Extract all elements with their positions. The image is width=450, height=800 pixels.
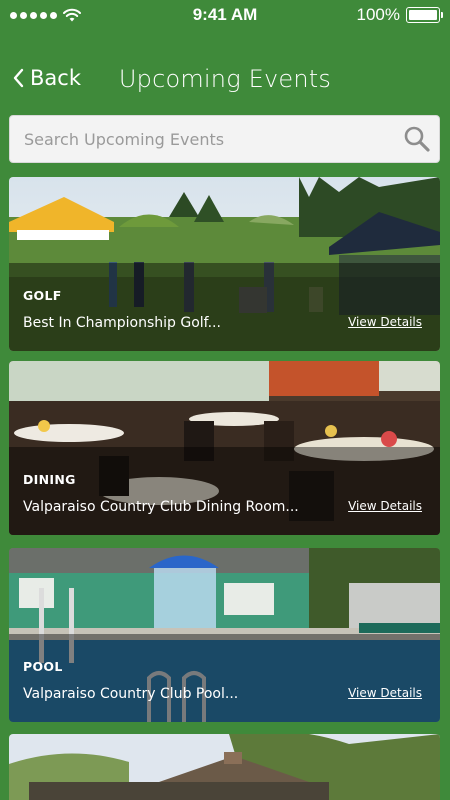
event-photo-clubhouse bbox=[9, 734, 440, 800]
search-bar bbox=[9, 115, 440, 163]
event-card-golf[interactable]: GOLF Best In Championship Golf... View D… bbox=[9, 177, 440, 351]
event-card-pool[interactable]: POOL Valparaiso Country Club Pool... Vie… bbox=[9, 548, 440, 722]
search-input[interactable] bbox=[10, 116, 395, 162]
event-title: Valparaiso Country Club Dining Room... bbox=[23, 499, 299, 515]
battery-icon bbox=[406, 7, 443, 23]
event-title: Valparaiso Country Club Pool... bbox=[23, 686, 239, 702]
event-overlay bbox=[9, 447, 440, 535]
page-title: Upcoming Events bbox=[118, 65, 332, 93]
event-overlay bbox=[9, 263, 440, 351]
status-bar: 9:41 AM 100% bbox=[0, 0, 450, 30]
view-details-link[interactable]: View Details bbox=[348, 499, 422, 513]
view-details-link[interactable]: View Details bbox=[348, 315, 422, 329]
event-card-partial[interactable] bbox=[9, 734, 440, 800]
view-details-link[interactable]: View Details bbox=[348, 686, 422, 700]
event-title: Best In Championship Golf... bbox=[23, 315, 221, 331]
wifi-icon bbox=[63, 8, 81, 22]
event-category: POOL bbox=[23, 659, 63, 674]
status-right: 100% bbox=[356, 5, 443, 25]
event-category: DINING bbox=[23, 472, 76, 487]
event-category: GOLF bbox=[23, 288, 62, 303]
status-left bbox=[10, 8, 81, 22]
battery-percent: 100% bbox=[356, 5, 400, 24]
nav-bar: Back Upcoming Events bbox=[0, 52, 450, 108]
event-card-dining[interactable]: DINING Valparaiso Country Club Dining Ro… bbox=[9, 361, 440, 535]
event-overlay bbox=[9, 634, 440, 722]
search-icon[interactable] bbox=[395, 117, 439, 161]
signal-dots-icon bbox=[10, 11, 57, 19]
